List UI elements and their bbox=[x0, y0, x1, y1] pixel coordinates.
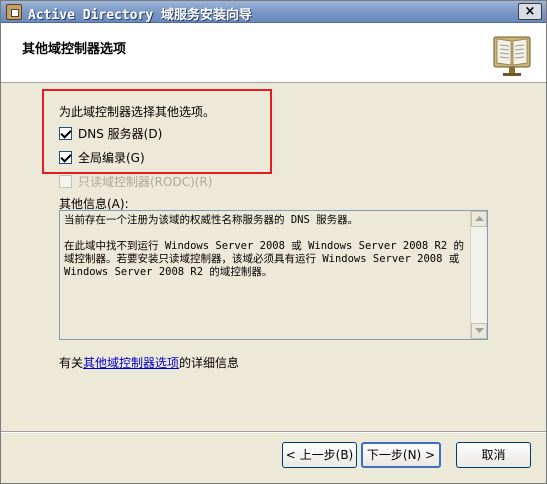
help-prefix: 有关 bbox=[59, 356, 84, 370]
arrow-down-icon bbox=[475, 328, 484, 333]
info-scrollbar[interactable] bbox=[470, 211, 487, 339]
book-icon bbox=[493, 36, 531, 76]
window-title: Active Directory 域服务安装向导 bbox=[28, 8, 253, 23]
dns-server-checkbox[interactable] bbox=[59, 127, 72, 140]
info-paragraph: 当前存在一个注册为该域的权威性名称服务器的 DNS 服务器。 bbox=[64, 214, 359, 226]
help-line: 有关其他域控制器选项的详细信息 bbox=[59, 354, 239, 371]
additional-info-text: 当前存在一个注册为该域的权威性名称服务器的 DNS 服务器。 在此域中找不到运行… bbox=[64, 214, 469, 292]
arrow-up-icon bbox=[475, 216, 484, 221]
footer-divider bbox=[1, 431, 546, 433]
dns-server-option[interactable]: DNS 服务器(D) bbox=[59, 125, 162, 142]
cancel-button[interactable]: 取消 bbox=[456, 442, 531, 468]
info-paragraph: 在此域中找不到运行 Windows Server 2008 或 Windows … bbox=[64, 240, 464, 278]
options-prompt: 为此域控制器选择其他选项。 bbox=[59, 105, 216, 119]
window-icon bbox=[6, 4, 22, 20]
rodc-checkbox bbox=[59, 175, 72, 188]
help-link[interactable]: 其他域控制器选项 bbox=[83, 356, 179, 370]
global-catalog-option[interactable]: 全局编录(G) bbox=[59, 149, 145, 166]
wizard-header: 其他域控制器选项 bbox=[1, 23, 546, 83]
global-catalog-label: 全局编录(G) bbox=[78, 151, 145, 165]
close-icon: × bbox=[524, 4, 536, 19]
help-suffix: 的详细信息 bbox=[179, 356, 240, 370]
scroll-down-button[interactable] bbox=[471, 323, 487, 339]
rodc-label: 只读域控制器(RODC)(R) bbox=[78, 175, 213, 189]
wizard-window: Active Directory 域服务安装向导 × 其他域控制器选项 为此域控… bbox=[0, 0, 547, 484]
additional-info-textbox[interactable]: 当前存在一个注册为该域的权威性名称服务器的 DNS 服务器。 在此域中找不到运行… bbox=[59, 210, 488, 340]
rodc-option: 只读域控制器(RODC)(R) bbox=[59, 173, 212, 190]
dns-server-label: DNS 服务器(D) bbox=[78, 127, 163, 141]
close-button[interactable]: × bbox=[518, 3, 542, 20]
scroll-up-button[interactable] bbox=[471, 211, 487, 227]
global-catalog-checkbox[interactable] bbox=[59, 151, 72, 164]
title-bar[interactable]: Active Directory 域服务安装向导 × bbox=[1, 1, 546, 23]
back-button[interactable]: < 上一步(B) bbox=[282, 442, 357, 468]
wizard-content: 为此域控制器选择其他选项。 DNS 服务器(D) 全局编录(G) 只读域控制器(… bbox=[1, 84, 546, 431]
next-button[interactable]: 下一步(N) > bbox=[361, 442, 441, 468]
page-title: 其他域控制器选项 bbox=[22, 42, 127, 57]
